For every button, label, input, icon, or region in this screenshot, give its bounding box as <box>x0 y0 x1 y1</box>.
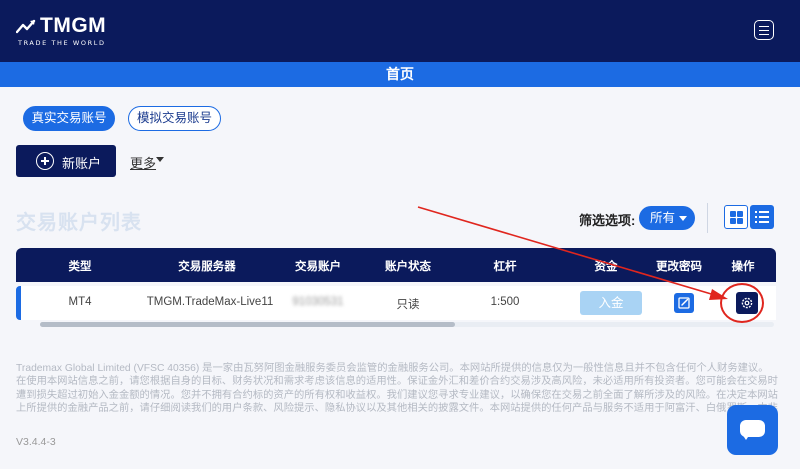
tab-demo-account[interactable]: 模拟交易账号 <box>128 106 221 131</box>
brand-tagline: TRADE THE WORLD <box>18 39 106 47</box>
brand-logo[interactable]: TMGM TRADE THE WORLD <box>16 14 126 48</box>
caret-down-icon[interactable] <box>156 157 164 162</box>
more-dropdown[interactable]: 更多 <box>130 153 156 172</box>
top-bar: TMGM TRADE THE WORLD <box>0 0 800 62</box>
account-number: 91030531 <box>292 296 344 308</box>
deposit-button[interactable]: 入金 <box>580 291 642 315</box>
account-status: 只读 <box>396 299 420 311</box>
accounts-table: 类型 交易服务器 交易账户 账户状态 杠杆 资金 更改密码 操作 MT4 TMG… <box>16 248 776 328</box>
column-header: 账户状态 <box>385 261 431 273</box>
column-header: 更改密码 <box>656 261 702 273</box>
plus-circle-icon <box>36 152 54 170</box>
grid-view-icon[interactable] <box>724 205 748 229</box>
account-list-title: 交易账户列表 <box>16 212 142 234</box>
horizontal-scrollbar[interactable] <box>40 322 774 327</box>
scrollbar-thumb[interactable] <box>40 322 455 327</box>
annotation-circle <box>720 283 764 323</box>
edit-icon <box>678 297 690 309</box>
column-header: 杠杆 <box>493 261 517 273</box>
brand-name: TMGM <box>40 14 107 37</box>
logo-mark-icon <box>16 19 36 34</box>
filter-value: 所有 <box>650 211 676 225</box>
new-account-button[interactable]: 新账户 <box>16 145 116 177</box>
table-header: 类型 交易服务器 交易账户 账户状态 杠杆 资金 更改密码 操作 <box>16 248 776 282</box>
chat-support-button[interactable] <box>727 405 778 455</box>
column-header: 资金 <box>594 261 618 273</box>
table-row: MT4 TMGM.TradeMax-Live11 91030531 只读 1:5… <box>16 286 776 320</box>
filter-label: 筛选选项: <box>579 213 636 228</box>
tab-real-account[interactable]: 真实交易账号 <box>23 106 115 131</box>
caret-down-icon <box>679 216 687 221</box>
column-header: 交易账户 <box>295 261 341 273</box>
app-version: V3.4.4-3 <box>16 436 56 448</box>
change-password-button[interactable] <box>674 293 694 313</box>
divider <box>707 203 708 233</box>
page-title-bar: 首页 <box>0 62 800 87</box>
leverage: 1:500 <box>490 296 520 308</box>
new-account-label: 新账户 <box>62 156 102 171</box>
legal-disclaimer: Trademax Global Limited (VFSC 40356) 是一家… <box>16 363 778 415</box>
filter-select[interactable]: 所有 <box>639 206 695 230</box>
column-header: 交易服务器 <box>178 261 236 273</box>
trading-server: TMGM.TradeMax-Live11 <box>146 296 274 308</box>
account-type: MT4 <box>68 296 92 308</box>
hamburger-menu-icon[interactable] <box>754 20 774 40</box>
column-header: 操作 <box>731 261 755 273</box>
list-view-icon[interactable] <box>750 205 774 229</box>
column-header: 类型 <box>68 261 92 273</box>
page-title: 首页 <box>386 66 414 82</box>
